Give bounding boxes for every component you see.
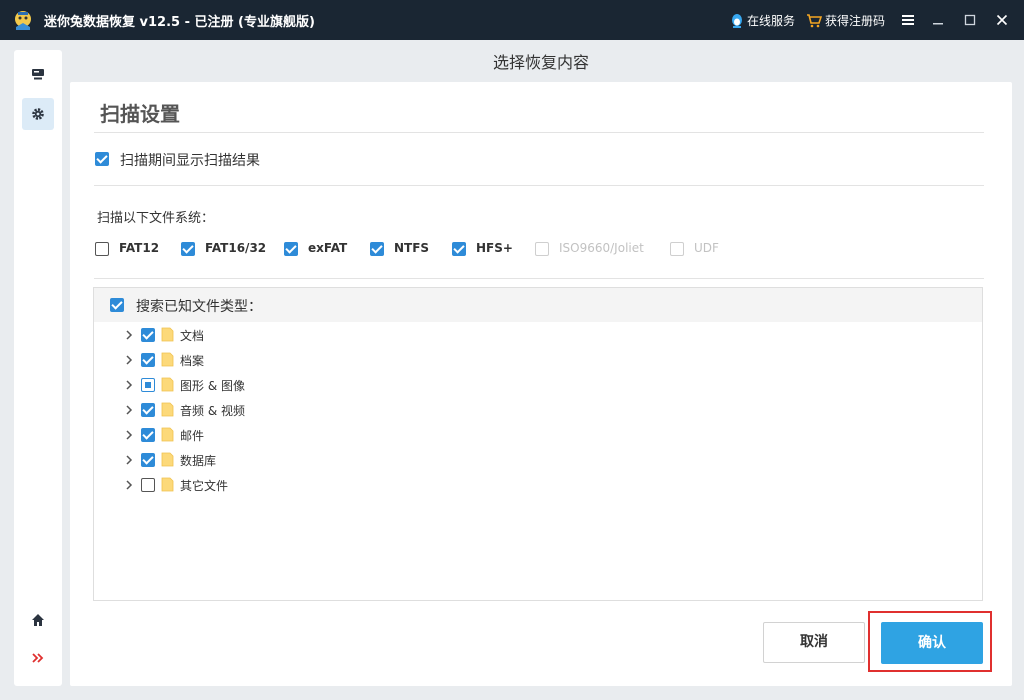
confirm-highlight-box <box>868 611 992 672</box>
tree-row-checkbox[interactable] <box>141 478 155 492</box>
online-service-label: 在线服务 <box>747 14 796 28</box>
tree-row-database[interactable]: 数据库 <box>94 450 494 470</box>
online-service-link[interactable]: 在线服务 <box>730 12 795 29</box>
settings-button[interactable] <box>22 98 54 130</box>
fs-exfat-checkbox[interactable] <box>284 242 298 256</box>
show-results-checkbox[interactable] <box>95 152 109 166</box>
fs-fat16-32-label: FAT16/32 <box>205 241 267 255</box>
filesystem-prompt: 扫描以下文件系统： <box>97 211 215 226</box>
scan-settings-card: 扫描设置 扫描期间显示扫描结果 扫描以下文件系统： FAT12 FAT16/32… <box>70 82 1012 686</box>
fs-fat16-32-checkbox[interactable] <box>181 242 195 256</box>
folder-icon <box>161 402 174 417</box>
fs-iso9660-label: ISO9660/Joliet <box>559 241 644 255</box>
folder-icon <box>161 327 174 342</box>
minimize-button[interactable] <box>928 10 948 30</box>
fs-ntfs-label: NTFS <box>394 241 430 255</box>
drive-view-button[interactable] <box>22 58 54 90</box>
tree-row-checkbox[interactable] <box>141 453 155 467</box>
app-logo-icon <box>15 11 31 30</box>
divider <box>94 278 984 279</box>
folder-icon <box>161 377 174 392</box>
show-results-label[interactable]: 扫描期间显示扫描结果 <box>120 150 260 170</box>
get-code-label: 获得注册码 <box>825 14 886 28</box>
main-panel: 选择恢复内容 扫描设置 扫描期间显示扫描结果 扫描以下文件系统： FAT12 F… <box>70 44 1012 686</box>
chevron-right-icon[interactable] <box>123 379 135 391</box>
folder-icon <box>161 427 174 442</box>
tree-row-label: 数据库 <box>180 454 217 468</box>
fs-exfat-label: exFAT <box>308 241 348 255</box>
chevron-right-icon[interactable] <box>123 329 135 341</box>
tree-row-label: 档案 <box>180 354 205 368</box>
folder-icon <box>161 452 174 467</box>
tree-row-label: 其它文件 <box>180 479 229 493</box>
fs-udf-checkbox <box>670 242 684 256</box>
chat-penguin-icon <box>732 13 742 28</box>
tree-row-checkbox[interactable] <box>141 353 155 367</box>
divider <box>94 185 984 186</box>
file-type-tree: 搜索已知文件类型： 文档 档案 图形 & 图像 音频 & 视频 邮件 数据库 其… <box>93 287 983 601</box>
fs-ntfs-checkbox[interactable] <box>370 242 384 256</box>
tree-row-checkbox[interactable] <box>141 403 155 417</box>
home-button[interactable] <box>22 604 54 636</box>
page-title: 选择恢复内容 <box>492 53 589 72</box>
tree-row-label: 音频 & 视频 <box>180 404 245 418</box>
drive-icon <box>32 69 44 80</box>
gear-icon <box>32 108 44 120</box>
get-code-link[interactable]: 获得注册码 <box>806 12 885 29</box>
maximize-button[interactable] <box>960 10 980 30</box>
tree-row-label: 图形 & 图像 <box>180 379 245 393</box>
tree-row-documents[interactable]: 文档 <box>94 325 494 345</box>
expand-rail-button[interactable] <box>22 642 54 674</box>
fs-hfs-checkbox[interactable] <box>452 242 466 256</box>
chevron-right-icon[interactable] <box>123 454 135 466</box>
tree-row-checkbox[interactable] <box>141 328 155 342</box>
fs-fat12-label: FAT12 <box>119 241 160 255</box>
tree-row-checkbox[interactable] <box>141 428 155 442</box>
home-icon <box>32 614 44 626</box>
chevron-right-icon[interactable] <box>123 479 135 491</box>
chevron-right-icon[interactable] <box>123 429 135 441</box>
close-icon <box>996 14 1008 26</box>
tree-row-audio-video[interactable]: 音频 & 视频 <box>94 400 494 420</box>
double-chevron-right-icon <box>32 653 44 663</box>
left-rail <box>14 50 62 686</box>
tree-header: 搜索已知文件类型： <box>94 288 982 322</box>
chevron-right-icon[interactable] <box>123 404 135 416</box>
tree-row-checkbox[interactable] <box>141 378 155 392</box>
cancel-button[interactable]: 取消 <box>763 622 865 663</box>
fs-udf-label: UDF <box>694 241 719 255</box>
menu-button[interactable] <box>898 10 918 30</box>
title-bar: 迷你兔数据恢复 v12.5 - 已注册 (专业旗舰版) 在线服务 获得注册码 <box>0 0 1024 40</box>
known-types-label[interactable]: 搜索已知文件类型： <box>136 296 262 316</box>
folder-icon <box>161 477 174 492</box>
chevron-right-icon[interactable] <box>123 354 135 366</box>
tree-row-graphics[interactable]: 图形 & 图像 <box>94 375 494 395</box>
app-title: 迷你兔数据恢复 v12.5 - 已注册 (专业旗舰版) <box>44 15 315 30</box>
minimize-icon <box>933 23 943 25</box>
tree-row-other[interactable]: 其它文件 <box>94 475 494 495</box>
maximize-icon <box>964 14 976 26</box>
divider <box>94 132 984 133</box>
folder-icon <box>161 352 174 367</box>
hamburger-icon <box>902 15 914 25</box>
section-title: 扫描设置 <box>100 102 180 126</box>
fs-hfs-label: HFS+ <box>476 241 513 255</box>
tree-row-archives[interactable]: 档案 <box>94 350 494 370</box>
tree-row-label: 文档 <box>180 329 205 343</box>
cart-icon <box>807 13 822 27</box>
tree-row-label: 邮件 <box>180 429 205 443</box>
tree-row-mail[interactable]: 邮件 <box>94 425 494 445</box>
close-button[interactable] <box>992 10 1012 30</box>
fs-fat12-checkbox[interactable] <box>95 242 109 256</box>
known-types-checkbox[interactable] <box>110 298 124 312</box>
fs-iso9660-checkbox <box>535 242 549 256</box>
